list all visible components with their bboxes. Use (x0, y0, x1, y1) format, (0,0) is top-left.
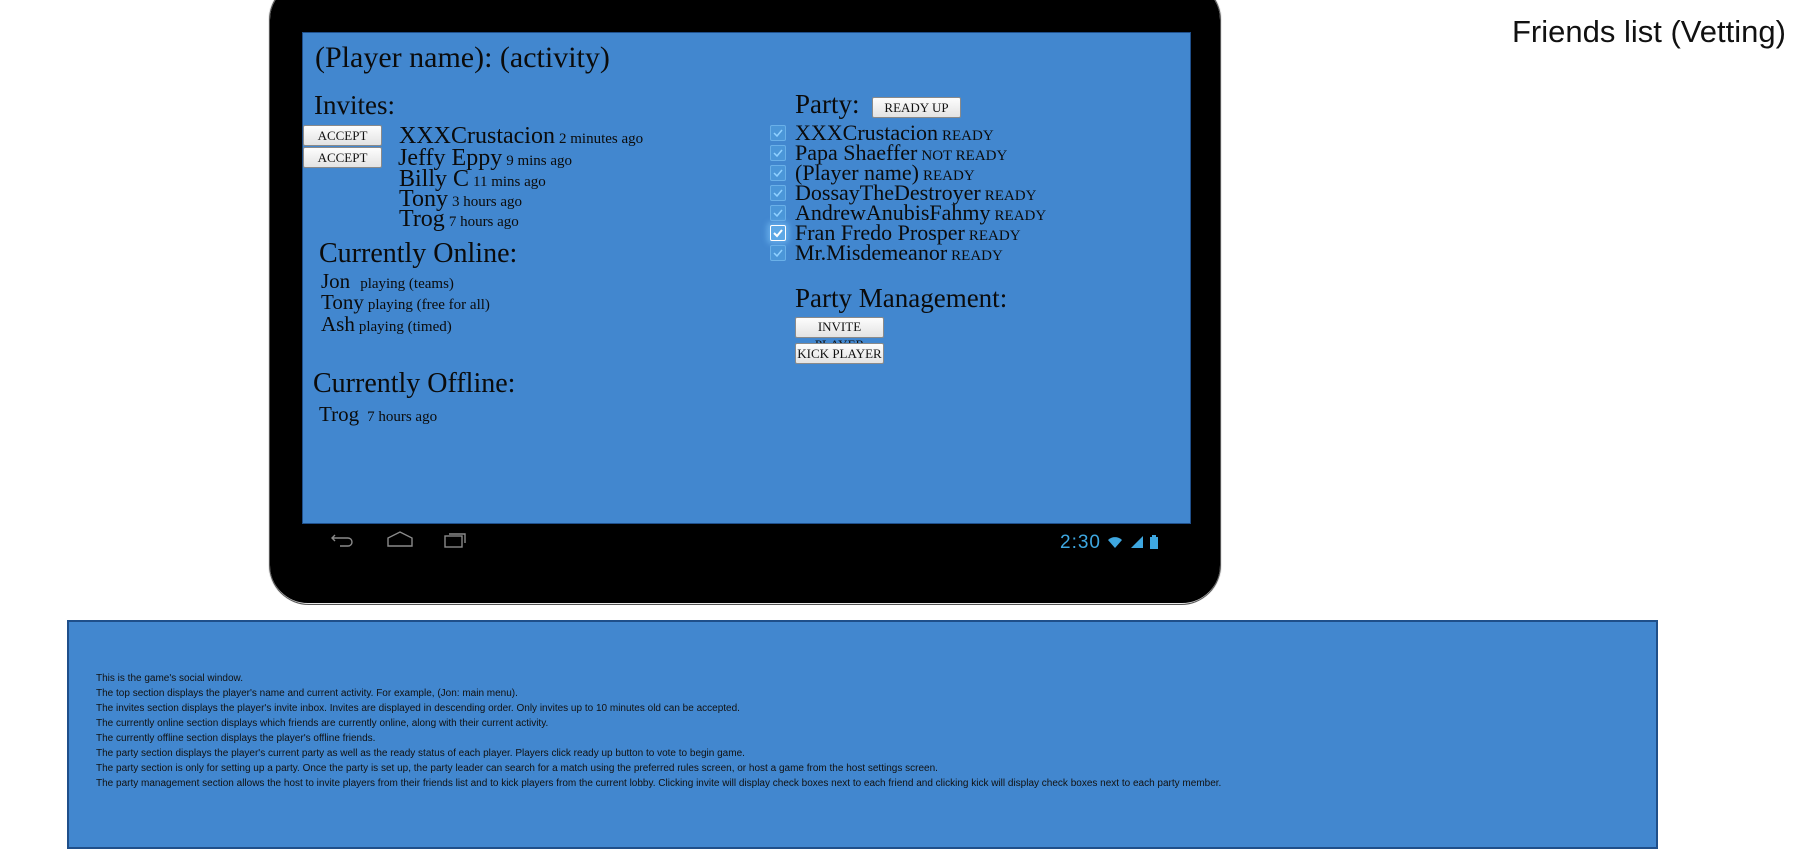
social-window: (Player name): (activity) Invites: ACCEP… (302, 32, 1191, 524)
offline-title: Currently Offline: (313, 368, 516, 399)
battery-icon (1149, 535, 1158, 549)
online-title: Currently Online: (319, 238, 518, 269)
party-checkbox[interactable] (770, 205, 786, 221)
offline-name: Trog (319, 402, 360, 426)
recent-apps-icon[interactable] (442, 530, 468, 550)
status-time: 2:30 (1060, 532, 1101, 553)
note-line: The party section displays the player's … (96, 748, 745, 759)
party-checkbox[interactable] (770, 245, 786, 261)
accept-button-jeffy-eppy[interactable]: ACCEPT (303, 147, 382, 168)
player-heading: (Player name): (activity) (315, 41, 610, 74)
note-line: The party section is only for setting up… (96, 763, 938, 774)
offline-time: 7 hours ago (367, 409, 438, 425)
ready-up-button[interactable]: READY UP (872, 97, 961, 118)
signal-icon (1130, 536, 1143, 548)
doc-title: Friends list (Vetting) (1512, 14, 1786, 49)
party-management-title: Party Management: (795, 283, 1008, 313)
accept-button-xxxcrustacion[interactable]: ACCEPT (303, 125, 382, 146)
party-title: Party: (795, 89, 860, 119)
check-icon (773, 189, 783, 198)
note-line: The top section displays the player's na… (96, 688, 518, 699)
party-checkbox-checked[interactable] (770, 225, 786, 241)
party-checkbox[interactable] (770, 145, 786, 161)
party-checkbox[interactable] (770, 185, 786, 201)
party-member: Mr.Misdemeanor READY (795, 242, 1003, 264)
check-icon (773, 229, 783, 238)
note-line: The currently online section displays wh… (96, 718, 549, 729)
party-member-status: READY (951, 248, 1003, 264)
check-icon (773, 169, 783, 178)
invite-name: Trog (399, 206, 445, 232)
note-line: The invites section displays the player'… (96, 703, 740, 714)
note-line: The party management section allows the … (96, 778, 1222, 789)
status-bar: 2:30 (1060, 532, 1158, 554)
check-icon (773, 129, 783, 138)
online-name: Tony (321, 290, 364, 314)
online-item: Ash playing (timed) (321, 314, 452, 335)
invite-time: 7 hours ago (448, 214, 519, 230)
note-line: This is the game's social window. (96, 673, 243, 684)
invites-title: Invites: (314, 90, 395, 120)
home-icon[interactable] (386, 530, 414, 550)
check-icon (773, 249, 783, 258)
online-item: Jon playing (teams) (321, 271, 454, 292)
invite-item: Trog 7 hours ago (399, 207, 519, 231)
online-activity: playing (free for all) (367, 297, 490, 313)
online-activity: playing (timed) (358, 319, 452, 335)
party-checkbox[interactable] (770, 125, 786, 141)
online-name: Ash (321, 312, 355, 336)
kick-player-button[interactable]: KICK PLAYER (795, 343, 884, 364)
invite-time: 2 minutes ago (558, 131, 644, 147)
check-icon (773, 149, 783, 158)
party-checkbox[interactable] (770, 165, 786, 181)
online-activity: playing (teams) (360, 276, 454, 292)
party-member-name: Mr.Misdemeanor (795, 240, 948, 265)
invite-player-button[interactable]: INVITE PLAYER (795, 317, 884, 352)
offline-item: Trog 7 hours ago (319, 404, 437, 425)
check-icon (773, 209, 783, 218)
notes-panel: This is the game's social window. The to… (67, 620, 1658, 849)
online-item: Tony playing (free for all) (321, 292, 490, 313)
wifi-icon (1108, 537, 1123, 548)
notes-list: This is the game's social window. The to… (96, 671, 1221, 791)
back-icon[interactable] (330, 530, 356, 550)
note-line: The currently offline section displays t… (96, 733, 376, 744)
